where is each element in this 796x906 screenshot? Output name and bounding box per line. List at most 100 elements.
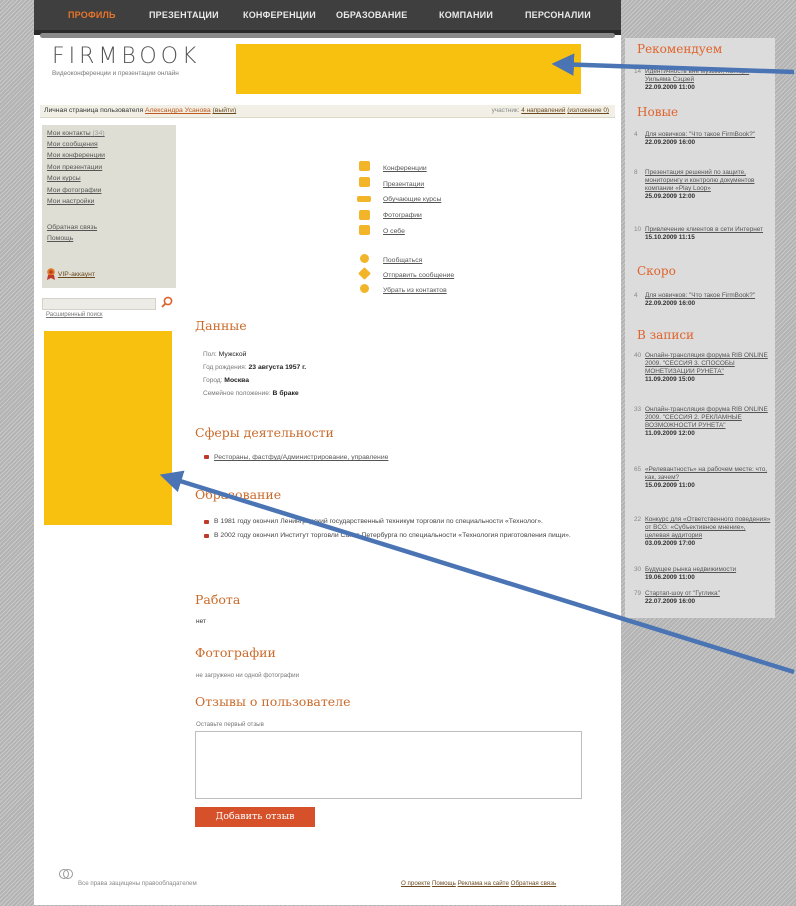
recommend-item[interactable]: 14 Идентичность вне музыки, паттерн Уилья…	[634, 68, 771, 92]
recorded-item[interactable]: 33 Онлайн-трансляция форума RIB ONLINE 20…	[634, 406, 771, 438]
sidebar-item-messages[interactable]: Мои сообщения	[47, 141, 98, 148]
search-input[interactable]	[42, 298, 156, 310]
sidebar-item-photos[interactable]: Мои фотографии	[47, 187, 101, 194]
education-item: В 2002 году окончил Институт торговли Са…	[204, 530, 596, 541]
item-number: 8	[634, 169, 638, 176]
new-item[interactable]: 8 Презентация решений по защите, монитори…	[634, 169, 771, 201]
recorded-item[interactable]: 65 «Релевантность» на рабочем месте: что,…	[634, 466, 771, 490]
profile-conferences-link[interactable]: Конференции	[383, 165, 427, 172]
item-link[interactable]: Для новичков: "Что такое FirmBook?"	[635, 131, 771, 139]
data-row-marital: Семейное положение: В браке	[203, 387, 306, 400]
item-number: 40	[634, 352, 642, 359]
recorded-item[interactable]: 22 Конкурс для «Ответственного поведения»…	[634, 516, 771, 548]
nav-profile[interactable]: ПРОФИЛЬ	[68, 10, 116, 20]
item-link[interactable]: Онлайн-трансляция форума RIB ONLINE 2009…	[635, 352, 771, 376]
footer-about-link[interactable]: О проекте	[401, 880, 430, 887]
data-label: Год рождения:	[203, 364, 247, 371]
send-message-link[interactable]: Отправить сообщение	[383, 272, 454, 279]
bullet-icon	[204, 534, 209, 538]
logo[interactable]: FIRMBOOK Видеоконференции и презентации …	[52, 44, 201, 77]
item-link[interactable]: «Релевантность» на рабочем месте: что, к…	[635, 466, 771, 482]
footer-ads-link[interactable]: Реклама на сайте	[458, 880, 509, 887]
sidebar-item-settings[interactable]: Мои настройки	[47, 198, 94, 205]
sidebar-menu: Мои контакты (34) Мои сообщения Мои конф…	[42, 125, 176, 288]
add-review-button[interactable]: Добавить отзыв	[195, 807, 315, 827]
logo-mark-icon	[59, 869, 73, 879]
new-title: Новые	[637, 105, 679, 119]
logo-text: FIRMBOOK	[52, 44, 201, 69]
nav-education[interactable]: ОБРАЗОВАНИЕ	[336, 10, 407, 20]
item-date: 25.09.2009 12:00	[645, 193, 696, 200]
item-link[interactable]: Онлайн-трансляция форума RIB ONLINE 2009…	[635, 406, 771, 430]
footer-copyright: Все права защищены правообладателем	[78, 880, 197, 887]
data-value: Мужской	[218, 351, 247, 358]
sidebar-item-feedback[interactable]: Обратная связь	[47, 224, 97, 231]
item-link[interactable]: Стартап-шоу от "Гуглика"	[635, 590, 771, 598]
profile-photos-link[interactable]: Фотографии	[383, 212, 422, 219]
footer-help-link[interactable]: Помощь	[432, 880, 456, 887]
recorded-item[interactable]: 40 Онлайн-трансляция форума RIB ONLINE 20…	[634, 352, 771, 384]
education-list: В 1981 году окончил Ленинградский госуда…	[204, 516, 596, 541]
conferences-icon	[359, 161, 370, 171]
recommend-title: Рекомендуем	[637, 42, 723, 56]
nav-presentations[interactable]: ПРЕЗЕНТАЦИИ	[149, 10, 219, 20]
contacts-count: (34)	[92, 130, 105, 137]
vip-account[interactable]: VIP-аккаунт	[46, 268, 95, 280]
logout-link[interactable]: (выйти)	[213, 107, 237, 114]
nav-conferences[interactable]: КОНФЕРЕНЦИИ	[243, 10, 316, 20]
username-link[interactable]: Александра Усанова	[145, 107, 211, 114]
profile-about-link[interactable]: О себе	[383, 228, 405, 235]
chat-icon	[360, 254, 369, 263]
search-icon[interactable]	[161, 296, 173, 308]
item-link[interactable]: Идентичность вне музыки, паттерн Уильяма…	[635, 68, 771, 84]
item-link[interactable]: Конкурс для «Ответственного поведения» о…	[635, 516, 771, 540]
data-row-birthday: Год рождения: 23 августа 1957 г.	[203, 361, 306, 374]
conferences-count-link[interactable]: 4 направлений	[521, 107, 565, 114]
extended-search-link[interactable]: Расширенный поиск	[46, 312, 103, 318]
user-bar-prefix: Личная страница пользователя	[44, 107, 144, 114]
item-number: 10	[634, 226, 642, 233]
data-value: В браке	[272, 390, 299, 397]
recorded-item[interactable]: 30 Будущее рынка недвижимости 19.06.2009 1…	[634, 566, 771, 582]
sidebar-item-conferences[interactable]: Мои конференции	[47, 152, 105, 159]
data-section-title: Данные	[195, 318, 247, 333]
profile-presentations-link[interactable]: Презентации	[383, 181, 424, 188]
profile-courses-link[interactable]: Обучающие курсы	[383, 196, 441, 203]
footer-feedback-link[interactable]: Обратная связь	[511, 880, 557, 887]
new-item[interactable]: 4 Для новичков: "Что такое FirmBook?" 22.0…	[634, 131, 771, 147]
sidebar-banner[interactable]	[44, 331, 172, 525]
education-text: В 1981 году окончил Ленинградский госуда…	[214, 518, 543, 525]
top-banner[interactable]	[236, 44, 581, 94]
item-date: 22.09.2009 11:00	[645, 84, 695, 91]
sidebar-item-courses[interactable]: Мои курсы	[47, 175, 81, 182]
remove-contact-link[interactable]: Убрать из контактов	[383, 287, 447, 294]
presentations-icon	[359, 177, 370, 187]
courses-icon	[357, 196, 371, 202]
recorded-item[interactable]: 79 Стартап-шоу от "Гуглика" 22.07.2009 16:…	[634, 590, 771, 606]
chat-link[interactable]: Пообщаться	[383, 257, 422, 264]
bullet-icon	[204, 520, 209, 524]
header-divider	[40, 33, 615, 38]
soon-item[interactable]: 4 Для новичков: "Что такое FirmBook?" 22.0…	[634, 292, 771, 308]
item-link[interactable]: Привлечение клиентов в сети Интернет	[635, 226, 771, 234]
nav-personalities[interactable]: ПЕРСОНАЛИИ	[525, 10, 591, 20]
data-rows: Пол: Мужской Год рождения: 23 августа 19…	[203, 348, 306, 400]
resume-link[interactable]: (изложение 0)	[567, 107, 609, 114]
item-number: 22	[634, 516, 642, 523]
sphere-link[interactable]: Рестораны, фастфуд/Администрирование, уп…	[214, 454, 388, 461]
reviews-section-title: Отзывы о пользователе	[195, 694, 351, 709]
new-item[interactable]: 10 Привлечение клиентов в сети Интернет 15…	[634, 226, 771, 242]
item-link[interactable]: Презентация решений по защите, мониторин…	[635, 169, 771, 193]
top-navigation: ПРОФИЛЬ ПРЕЗЕНТАЦИИ КОНФЕРЕНЦИИ ОБРАЗОВА…	[34, 0, 621, 35]
item-link[interactable]: Будущее рынка недвижимости	[635, 566, 771, 574]
photos-icon	[359, 210, 370, 220]
review-textarea[interactable]	[195, 731, 582, 799]
nav-companies[interactable]: КОМПАНИИ	[439, 10, 493, 20]
education-item: В 1981 году окончил Ленинградский госуда…	[204, 516, 596, 527]
sidebar-item-presentations[interactable]: Мои презентации	[47, 164, 102, 171]
sidebar-item-help[interactable]: Помощь	[47, 235, 73, 242]
sidebar-item-contacts[interactable]: Мои контакты (34)	[47, 130, 105, 137]
item-link[interactable]: Для новичков: "Что такое FirmBook?"	[635, 292, 771, 300]
item-number: 79	[634, 590, 642, 597]
sidebar-item-label: Мои контакты	[47, 130, 91, 137]
